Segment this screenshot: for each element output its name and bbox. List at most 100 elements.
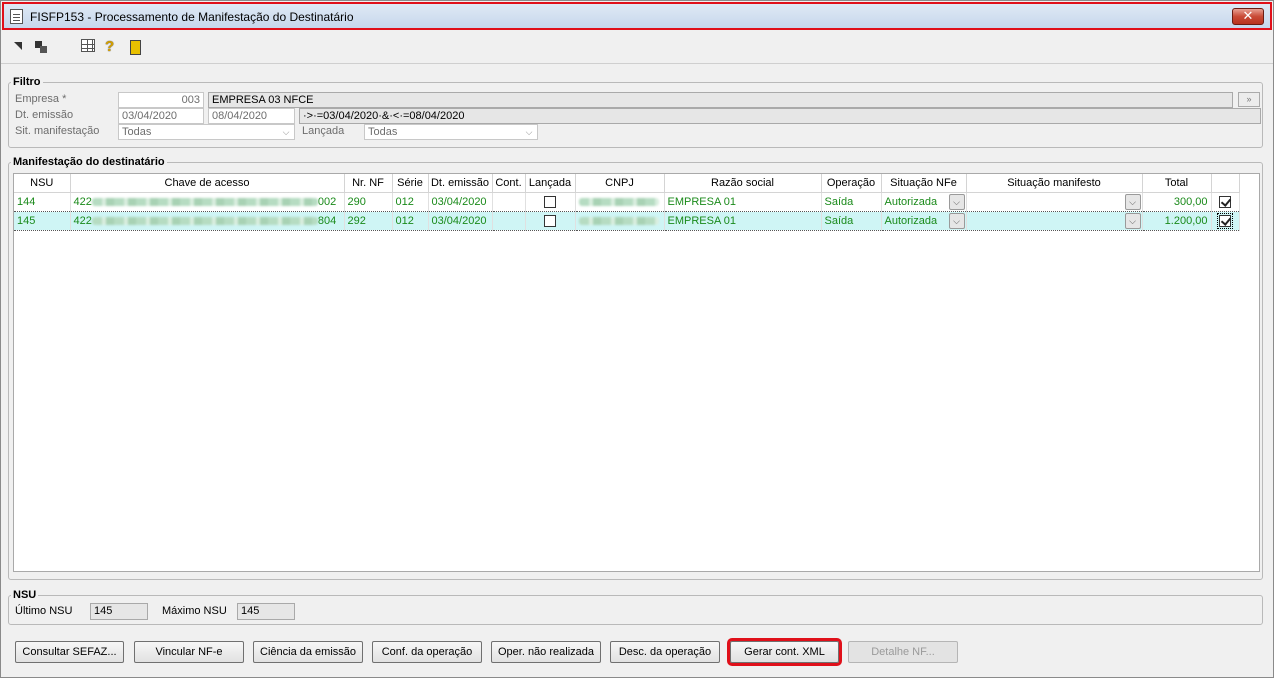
situacao-nfe-value: Autorizada <box>884 195 938 208</box>
ciencia-emissao-button[interactable]: Ciência da emissão <box>253 641 363 663</box>
redacted-blur <box>578 216 659 225</box>
sit-manifestacao-label: Sit. manifestação <box>15 125 100 137</box>
lancada-checkbox[interactable] <box>544 214 556 227</box>
empresa-code-input[interactable]: 003 <box>118 92 204 108</box>
main-window: FISFP153 - Processamento de Manifestação… <box>0 0 1274 678</box>
chevron-down-icon: ⌵ <box>525 127 533 137</box>
chave-prefix: 422 <box>73 195 92 208</box>
col-razao-social[interactable]: Razão social <box>664 174 822 193</box>
maximo-nsu-label: Máximo NSU <box>162 605 227 617</box>
lancada-select[interactable]: Todas ⌵ <box>364 124 538 140</box>
cell-total: 300,00 <box>1142 192 1212 211</box>
cell-razao-social: EMPRESA 01 <box>664 210 822 231</box>
dt-from-input[interactable]: 03/04/2020 <box>118 108 204 124</box>
conf-operacao-button[interactable]: Conf. da operação <box>372 641 482 663</box>
redacted-blur <box>91 216 318 225</box>
col-nsu[interactable]: NSU <box>14 174 71 193</box>
col-total[interactable]: Total <box>1142 174 1212 193</box>
col-chave[interactable]: Chave de acesso <box>70 174 345 193</box>
nsu-legend: NSU <box>13 589 37 601</box>
col-situacao-manifesto[interactable]: Situação manifesto <box>966 174 1143 193</box>
dt-expression-field: ·>·=03/04/2020·&·<·=08/04/2020 <box>299 108 1261 124</box>
cell-situacao-manifesto[interactable]: ⌵ <box>966 210 1143 231</box>
cell-select <box>1211 192 1240 211</box>
grid-header-row: NSU Chave de acesso Nr. NF Série Dt. emi… <box>14 174 1240 193</box>
empresa-lookup-button[interactable]: » <box>1238 92 1260 107</box>
col-nr-nf[interactable]: Nr. NF <box>344 174 393 193</box>
cell-lancada <box>525 210 576 231</box>
cell-situacao-nfe[interactable]: Autorizada ⌵ <box>881 192 967 211</box>
gerar-cont-xml-button[interactable]: Gerar cont. XML <box>727 638 842 666</box>
desc-operacao-button[interactable]: Desc. da operação <box>610 641 720 663</box>
col-situacao-nfe[interactable]: Situação NFe <box>881 174 967 193</box>
vincular-nfe-button[interactable]: Vincular NF-e <box>134 641 244 663</box>
col-cont[interactable]: Cont. <box>492 174 526 193</box>
copy-icon[interactable] <box>33 39 49 55</box>
cell-cnpj <box>575 192 665 211</box>
table-row[interactable]: 145 422 804 292 012 03/04/2020 EMPRESA 01… <box>14 210 1240 231</box>
toolbar-separator <box>1 63 1273 64</box>
cell-serie: 012 <box>392 210 429 231</box>
lancada-label: Lançada <box>302 125 345 137</box>
title-bar: FISFP153 - Processamento de Manifestação… <box>2 2 1272 30</box>
ultimo-nsu-label: Último NSU <box>15 605 73 617</box>
cell-situacao-manifesto[interactable]: ⌵ <box>966 192 1143 211</box>
detalhe-nf-button: Detalhe NF... <box>848 641 958 663</box>
cell-nr-nf: 290 <box>344 192 393 211</box>
select-checkbox[interactable] <box>1219 195 1231 208</box>
situacao-nfe-value: Autorizada <box>884 214 938 227</box>
cell-select <box>1211 210 1240 231</box>
col-dt-emissao[interactable]: Dt. emissão <box>428 174 493 193</box>
col-lancada[interactable]: Lançada <box>525 174 576 193</box>
cell-chave: 422 002 <box>70 192 345 211</box>
oper-nao-realizada-button[interactable]: Oper. não realizada <box>491 641 601 663</box>
manifestacao-grid[interactable]: NSU Chave de acesso Nr. NF Série Dt. emi… <box>13 173 1260 572</box>
cell-lancada <box>525 192 576 211</box>
dt-to-input[interactable]: 08/04/2020 <box>208 108 295 124</box>
chevron-down-icon[interactable]: ⌵ <box>1124 193 1141 210</box>
cell-nsu: 144 <box>14 192 71 211</box>
redacted-blur <box>91 197 318 206</box>
close-button[interactable]: ✕ <box>1232 8 1264 25</box>
help-icon[interactable]: ? <box>105 39 121 55</box>
chevron-down-icon: ⌵ <box>282 127 290 137</box>
lancada-checkbox[interactable] <box>544 195 556 208</box>
chevron-down-icon[interactable]: ⌵ <box>948 212 965 229</box>
sit-manifestacao-value: Todas <box>122 126 152 138</box>
cell-serie: 012 <box>392 192 429 211</box>
col-operacao[interactable]: Operação <box>821 174 882 193</box>
table-row[interactable]: 144 422 002 290 012 03/04/2020 EMPRESA 01… <box>14 192 1240 211</box>
filter-legend: Filtro <box>13 76 41 88</box>
cell-dt-emissao: 03/04/2020 <box>428 192 493 211</box>
window-title: FISFP153 - Processamento de Manifestação… <box>30 10 354 24</box>
col-serie[interactable]: Série <box>392 174 429 193</box>
chave-suffix: 804 <box>317 214 337 227</box>
cell-operacao: Saída <box>821 210 882 231</box>
manifestacao-legend: Manifestação do destinatário <box>13 156 165 168</box>
cell-nr-nf: 292 <box>344 210 393 231</box>
toolbar: ? <box>9 37 309 57</box>
lancada-value: Todas <box>368 126 398 138</box>
cell-nsu: 145 <box>14 210 71 231</box>
sit-manifestacao-select[interactable]: Todas ⌵ <box>118 124 295 140</box>
cell-cont <box>492 210 526 231</box>
maximo-nsu-field: 145 <box>237 603 295 620</box>
empresa-name-field: EMPRESA 03 NFCE <box>208 92 1233 108</box>
calendar-grid-icon[interactable] <box>81 39 95 52</box>
cell-chave: 422 804 <box>70 210 345 231</box>
empresa-label: Empresa * <box>15 93 67 105</box>
cell-operacao: Saída <box>821 192 882 211</box>
cell-situacao-nfe[interactable]: Autorizada ⌵ <box>881 210 967 231</box>
chevron-down-icon[interactable]: ⌵ <box>948 193 965 210</box>
col-select[interactable] <box>1211 174 1240 193</box>
consultar-sefaz-button[interactable]: Consultar SEFAZ... <box>15 641 124 663</box>
dt-emissao-label: Dt. emissão <box>15 109 74 121</box>
select-checkbox[interactable] <box>1217 212 1233 229</box>
exit-door-icon[interactable] <box>127 39 143 55</box>
chave-prefix: 422 <box>73 214 92 227</box>
arrow-icon[interactable] <box>11 39 27 55</box>
chevron-down-icon[interactable]: ⌵ <box>1124 212 1141 229</box>
ultimo-nsu-field: 145 <box>90 603 148 620</box>
document-icon <box>10 9 23 24</box>
col-cnpj[interactable]: CNPJ <box>575 174 665 193</box>
